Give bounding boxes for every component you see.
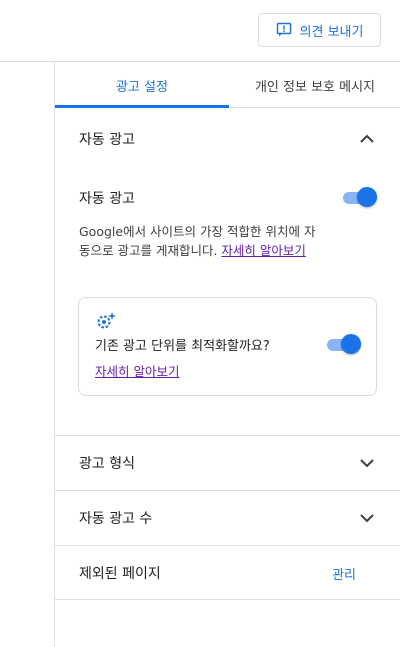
ad-load-section-header[interactable]: 자동 광고 수 [55,491,400,545]
toggle-knob [357,187,377,207]
auto-ads-learn-more-link[interactable]: 자세히 알아보기 [221,243,305,258]
top-bar: 의견 보내기 [0,0,400,62]
auto-ads-section-title: 자동 광고 [79,132,135,148]
send-feedback-button[interactable]: 의견 보내기 [258,13,381,47]
feedback-icon [276,22,291,37]
send-feedback-label: 의견 보내기 [299,24,364,40]
ad-load-section-title: 자동 광고 수 [79,511,153,527]
optimize-ad-units-question: 기존 광고 단위를 최적화할까요? [95,339,270,354]
ad-formats-section-title: 광고 형식 [79,456,135,472]
divider [55,545,400,546]
auto-ads-description: Google에서 사이트의 가장 적합한 위치에 자동으로 광고를 게재합니다.… [79,222,319,260]
toggle-knob [341,334,361,354]
auto-ads-toggle-label: 자동 광고 [79,191,135,207]
tab-ad-settings[interactable]: 광고 설정 [55,62,229,108]
tab-bar: 광고 설정 개인 정보 보호 메시지 [55,62,400,108]
manage-excluded-pages-button[interactable]: 관리 [332,564,356,583]
active-tab-indicator [55,105,229,108]
optimize-learn-more-link[interactable]: 자세히 알아보기 [95,361,179,380]
excluded-pages-label: 제외된 페이지 [79,566,161,582]
chevron-down-icon [360,514,374,523]
optimize-ad-units-toggle[interactable] [327,333,363,355]
auto-ads-toggle[interactable] [343,186,379,208]
gear-sparkle-icon [97,312,116,329]
settings-panel: 광고 설정 개인 정보 보호 메시지 자동 광고 자동 광고 Google에서 … [54,62,400,647]
optimize-ad-units-card: 기존 광고 단위를 최적화할까요? 자세히 알아보기 [78,297,377,396]
tab-privacy-messages[interactable]: 개인 정보 보호 메시지 [229,62,400,108]
chevron-down-icon [360,459,374,468]
divider [55,599,400,600]
auto-ads-section-header[interactable]: 자동 광고 [55,112,400,166]
ad-formats-section-header[interactable]: 광고 형식 [55,436,400,490]
chevron-up-icon [360,134,374,143]
